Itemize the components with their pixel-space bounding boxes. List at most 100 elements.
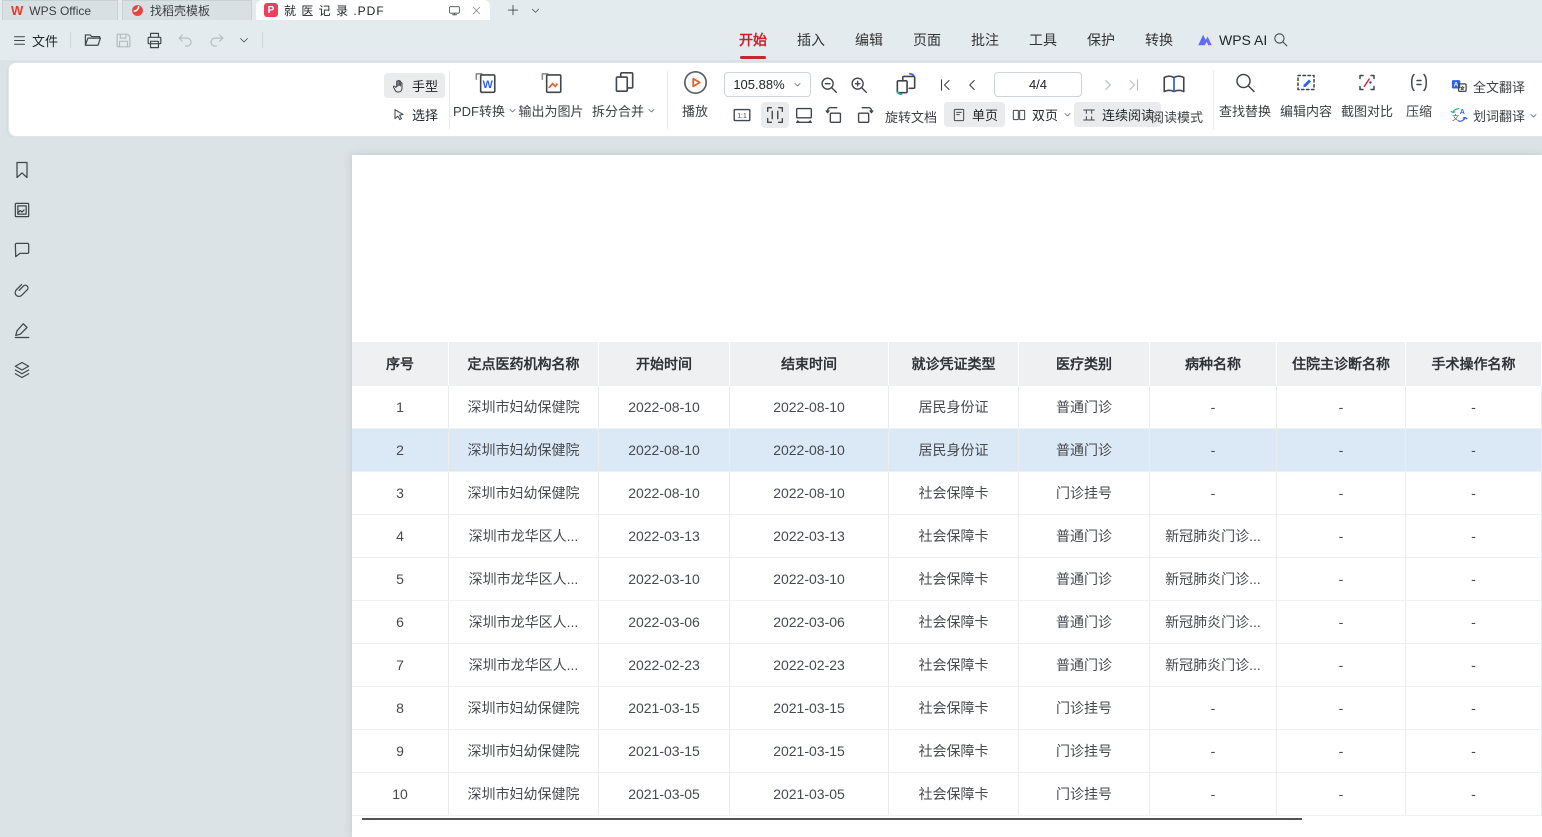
print-icon[interactable] — [145, 31, 164, 50]
table-row[interactable]: 7深圳市龙华区人...2022-02-232022-02-23社会保障卡普通门诊… — [352, 644, 1542, 687]
monitor-icon[interactable] — [448, 4, 461, 17]
document-title: 就 医 记 录 .PDF — [284, 2, 385, 19]
table-row[interactable]: 8深圳市妇幼保健院2021-03-152021-03-15社会保障卡门诊挂号--… — [352, 687, 1542, 730]
table-cell: - — [1406, 386, 1542, 429]
table-cell: 深圳市龙华区人... — [449, 558, 599, 601]
first-page-icon[interactable] — [937, 76, 955, 94]
table-cell: 深圳市妇幼保健院 — [449, 429, 599, 472]
tab-docer-templates[interactable]: 找稻壳模板 — [122, 0, 252, 20]
chevron-down-icon — [1529, 111, 1538, 120]
menu-tab-active[interactable]: 开始 — [737, 28, 769, 52]
svg-text:W: W — [483, 79, 494, 91]
play-button[interactable]: 播放 — [672, 69, 718, 120]
menu-tab-item[interactable]: 保护 — [1085, 28, 1117, 52]
table-cell: 2022-08-10 — [599, 429, 730, 472]
compress-button[interactable]: 压缩 — [1393, 69, 1445, 120]
table-row[interactable]: 6深圳市龙华区人...2022-03-062022-03-06社会保障卡普通门诊… — [352, 601, 1542, 644]
screenshot-compare-button[interactable]: 截图对比 — [1334, 69, 1400, 120]
table-cell: 2021-03-05 — [730, 773, 889, 816]
menu-tab-item[interactable]: 转换 — [1143, 28, 1175, 52]
layers-icon[interactable] — [12, 360, 32, 380]
new-tab-icon[interactable] — [506, 3, 520, 17]
fit-width-icon[interactable] — [793, 104, 815, 126]
fit-page-button[interactable] — [761, 102, 789, 128]
find-replace-button[interactable]: 查找替换 — [1212, 69, 1278, 120]
fulltext-translate-button[interactable]: A 全文翻译 — [1449, 76, 1525, 96]
menu-tab-item[interactable]: 页面 — [911, 28, 943, 52]
rotate-left-icon[interactable] — [823, 104, 845, 126]
table-cell: - — [1406, 687, 1542, 730]
zoom-level-value: 105.88% — [733, 77, 784, 92]
rotate-pages-icon[interactable] — [893, 71, 919, 97]
menu-tab-item[interactable]: 批注 — [969, 28, 1001, 52]
rotate-document-label[interactable]: 旋转文档 — [885, 107, 937, 126]
table-cell: 深圳市妇幼保健院 — [449, 730, 599, 773]
export-image-button[interactable]: 输出为图片 — [509, 69, 593, 120]
table-cell: 2 — [352, 429, 449, 472]
page-number-input[interactable]: 4/4 — [994, 72, 1082, 97]
split-merge-button[interactable]: 拆分合并 — [584, 69, 664, 120]
table-cell: 新冠肺炎门诊... — [1150, 601, 1277, 644]
thumbnail-icon[interactable] — [12, 200, 32, 220]
menu-tab-item[interactable]: 插入 — [795, 28, 827, 52]
word-translate-button[interactable]: 文 A 划词翻译 — [1449, 105, 1538, 125]
menu-tab-item[interactable]: 工具 — [1027, 28, 1059, 52]
chevron-down-icon — [647, 106, 656, 115]
comment-icon[interactable] — [12, 240, 32, 260]
rotate-right-icon[interactable] — [854, 104, 876, 126]
attachment-icon[interactable] — [12, 280, 32, 300]
table-cell: 普通门诊 — [1019, 515, 1150, 558]
continuous-read-button[interactable]: 连续阅读 — [1074, 102, 1161, 127]
single-page-button[interactable]: 单页 — [944, 102, 1005, 127]
hand-tool-button[interactable]: 手型 — [384, 73, 445, 98]
wps-ai-button[interactable]: WPS AI — [1196, 20, 1267, 60]
last-page-icon[interactable] — [1124, 76, 1142, 94]
pdf-page[interactable]: 序号定点医药机构名称开始时间结束时间就诊凭证类型医疗类别病种名称住院主诊断名称手… — [352, 155, 1542, 837]
table-row[interactable]: 10深圳市妇幼保健院2021-03-052021-03-05社会保障卡门诊挂号-… — [352, 773, 1542, 816]
actual-size-icon[interactable]: 1:1 — [731, 104, 753, 126]
search-icon[interactable] — [1272, 31, 1289, 48]
signature-icon[interactable] — [12, 320, 32, 340]
open-file-icon[interactable] — [83, 31, 102, 50]
table-cell: 居民身份证 — [889, 386, 1019, 429]
save-icon[interactable] — [114, 31, 133, 50]
table-cell: 7 — [352, 644, 449, 687]
close-tab-icon[interactable] — [471, 5, 482, 16]
read-mode-icon[interactable] — [1161, 71, 1187, 97]
edit-content-button[interactable]: 编辑内容 — [1273, 69, 1339, 120]
split-merge-icon — [611, 69, 637, 96]
redo-icon[interactable] — [207, 31, 226, 50]
fulltext-translate-icon: A — [1449, 76, 1469, 96]
pdf-convert-icon: W — [472, 69, 498, 96]
double-page-button[interactable]: 双页 — [1004, 102, 1079, 127]
read-mode-label[interactable]: 阅读模式 — [1151, 107, 1203, 126]
zoom-in-icon[interactable] — [848, 74, 870, 96]
prev-page-icon[interactable] — [963, 76, 981, 94]
undo-icon[interactable] — [176, 31, 195, 50]
next-page-icon[interactable] — [1099, 76, 1117, 94]
file-menu-button[interactable]: 文件 — [12, 31, 58, 50]
zoom-level-input[interactable]: 105.88% — [724, 72, 811, 97]
table-cell: - — [1277, 386, 1406, 429]
bookmark-icon[interactable] — [12, 160, 32, 180]
table-row[interactable]: 1深圳市妇幼保健院2022-08-102022-08-10居民身份证普通门诊--… — [352, 386, 1542, 429]
divider — [70, 32, 71, 48]
menu-tab-item[interactable]: 编辑 — [853, 28, 885, 52]
tab-document[interactable]: P 就 医 记 录 .PDF — [256, 0, 490, 20]
table-header-cell: 医疗类别 — [1019, 342, 1150, 386]
table-row[interactable]: 4深圳市龙华区人...2022-03-132022-03-13社会保障卡普通门诊… — [352, 515, 1542, 558]
select-tool-button[interactable]: 选择 — [384, 102, 445, 127]
tab-wps-office[interactable]: W WPS Office — [2, 0, 118, 20]
table-cell: 2022-02-23 — [730, 644, 889, 687]
app-header: W WPS Office 找稻壳模板 P 就 医 记 录 .PDF — [0, 0, 1542, 60]
table-row[interactable]: 2深圳市妇幼保健院2022-08-102022-08-10居民身份证普通门诊--… — [352, 429, 1542, 472]
table-row[interactable]: 3深圳市妇幼保健院2022-08-102022-08-10社会保障卡门诊挂号--… — [352, 472, 1542, 515]
table-cell: - — [1277, 730, 1406, 773]
table-row[interactable]: 5深圳市龙华区人...2022-03-102022-03-10社会保障卡普通门诊… — [352, 558, 1542, 601]
table-cell: - — [1406, 773, 1542, 816]
quickbar-chevron-icon[interactable] — [238, 34, 250, 46]
zoom-out-icon[interactable] — [818, 74, 840, 96]
table-row[interactable]: 9深圳市妇幼保健院2021-03-152021-03-15社会保障卡门诊挂号--… — [352, 730, 1542, 773]
table-cell: - — [1277, 687, 1406, 730]
tab-list-chevron-icon[interactable] — [530, 5, 541, 16]
